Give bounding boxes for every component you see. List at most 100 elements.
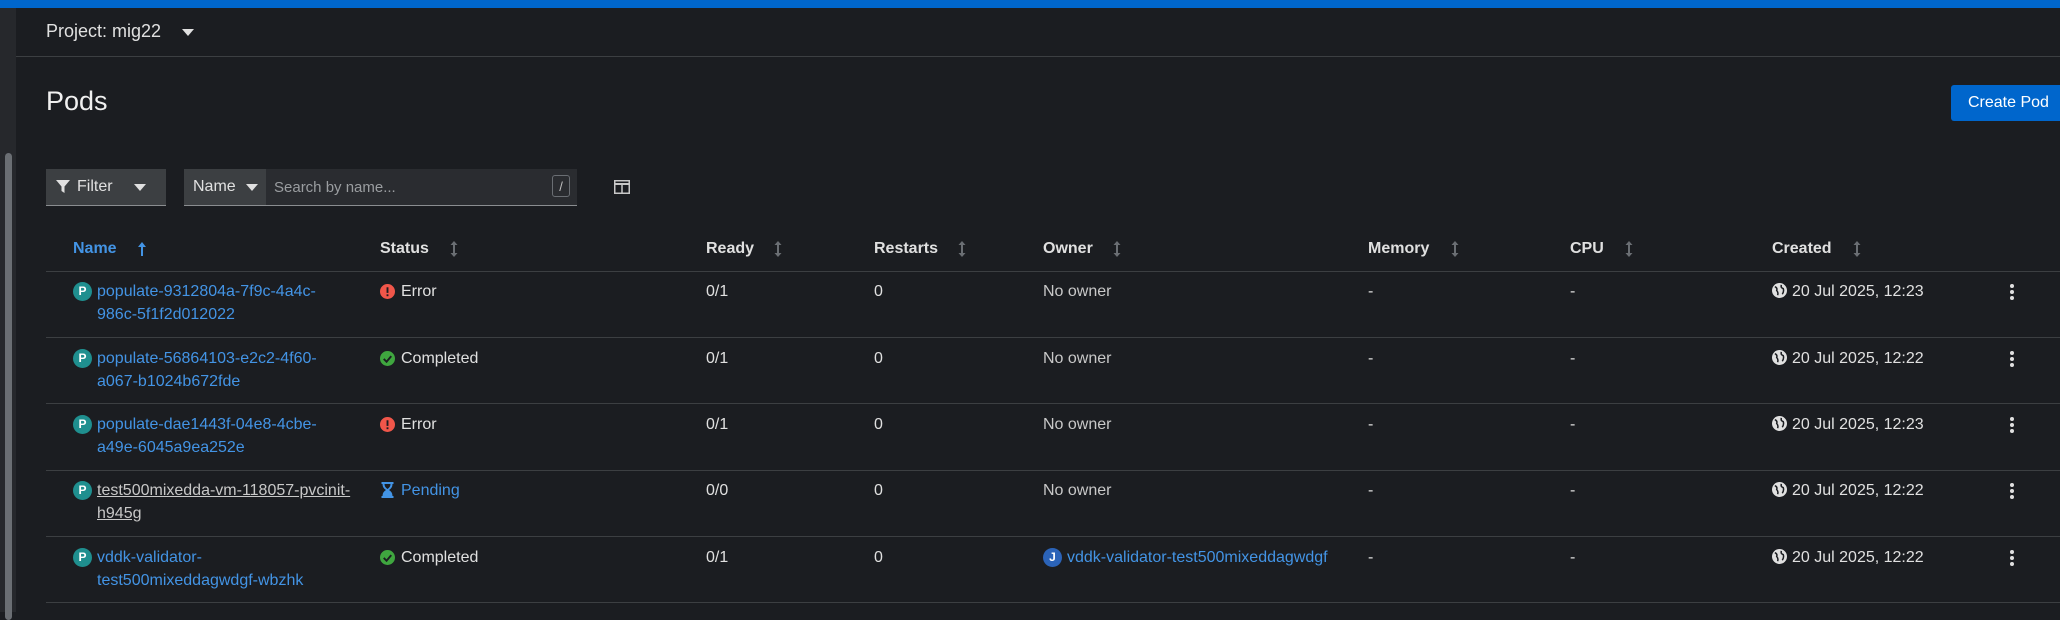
globe-icon [1772, 350, 1787, 365]
kebab-icon[interactable] [2010, 284, 2014, 302]
filter-attribute-label: Name [193, 178, 236, 195]
sort-icon[interactable] [1451, 241, 1459, 257]
cpu-value: - [1570, 549, 1576, 566]
sort-icon[interactable] [450, 241, 458, 257]
column-header-ready[interactable]: Ready [706, 240, 754, 258]
row-divider [46, 536, 2060, 537]
created-timestamp: 20 Jul 2025, 12:23 [1792, 283, 1924, 300]
exclamation-circle-icon [380, 417, 395, 432]
create-pod-button[interactable]: Create Pod [1951, 85, 2060, 121]
column-header-owner[interactable]: Owner [1043, 240, 1093, 258]
top-accent-bar [0, 0, 2060, 8]
row-divider [46, 602, 2060, 603]
memory-value: - [1368, 283, 1374, 300]
filter-dropdown[interactable]: Filter [46, 169, 166, 206]
ready-value: 0/1 [706, 416, 729, 433]
pod-badge: P [73, 415, 92, 434]
row-divider [46, 470, 2060, 471]
columns-icon[interactable] [614, 180, 630, 194]
exclamation-circle-icon [380, 284, 395, 299]
check-circle-icon [380, 351, 395, 366]
sort-icon[interactable] [774, 241, 782, 257]
owner-text: No owner [1043, 283, 1112, 300]
pod-badge: P [73, 349, 92, 368]
pod-name-line: h945g [97, 505, 142, 522]
created-timestamp: 20 Jul 2025, 12:22 [1792, 482, 1924, 499]
search-shortcut-hint: / [552, 175, 570, 197]
kebab-icon[interactable] [2010, 417, 2014, 435]
ready-value: 0/1 [706, 350, 729, 367]
pod-name-link[interactable]: populate-9312804a-7f9c-4a4c- 986c-5f1f2d… [97, 280, 316, 326]
created-timestamp: 20 Jul 2025, 12:22 [1792, 350, 1924, 367]
pod-name-line: populate-dae1443f-04e8-4cbe- [97, 416, 317, 433]
pod-name-line: test500mixeddagwdgf-wbzhk [97, 572, 304, 589]
search-input[interactable] [272, 169, 546, 206]
restarts-value: 0 [874, 283, 883, 300]
arrow-up-icon[interactable] [137, 241, 147, 257]
ready-value: 0/0 [706, 482, 729, 499]
status-text: Completed [401, 350, 479, 367]
hourglass-icon [381, 482, 394, 498]
pod-name-link[interactable]: populate-56864103-e2c2-4f60- a067-b1024b… [97, 347, 317, 393]
pod-name-link[interactable]: populate-dae1443f-04e8-4cbe- a49e-6045a9… [97, 413, 317, 459]
kebab-icon[interactable] [2010, 550, 2014, 568]
status-text: Error [401, 283, 437, 300]
restarts-value: 0 [874, 482, 883, 499]
created-timestamp: 20 Jul 2025, 12:22 [1792, 549, 1924, 566]
pod-badge: P [73, 481, 92, 500]
globe-icon [1772, 549, 1787, 564]
owner-text: No owner [1043, 416, 1112, 433]
check-circle-icon [380, 550, 395, 565]
chevron-down-icon [246, 184, 258, 191]
kebab-icon[interactable] [2010, 483, 2014, 501]
pod-name-link[interactable]: test500mixedda-vm-118057-pvcinit- h945g [97, 479, 350, 525]
column-header-restarts[interactable]: Restarts [874, 240, 938, 258]
globe-icon [1772, 416, 1787, 431]
restarts-value: 0 [874, 350, 883, 367]
row-divider [46, 403, 2060, 404]
column-header-name[interactable]: Name [73, 240, 117, 258]
cpu-value: - [1570, 416, 1576, 433]
search-box: / [266, 169, 577, 206]
pod-name-link[interactable]: vddk-validator- test500mixeddagwdgf-wbzh… [97, 546, 303, 592]
cpu-value: - [1570, 482, 1576, 499]
owner-text: No owner [1043, 350, 1112, 367]
ready-value: 0/1 [706, 549, 729, 566]
scrollbar-thumb[interactable] [5, 153, 12, 620]
globe-icon [1772, 482, 1787, 497]
column-header-memory[interactable]: Memory [1368, 240, 1429, 258]
row-divider [46, 337, 2060, 338]
filter-label: Filter [77, 178, 113, 195]
pod-name-line: populate-9312804a-7f9c-4a4c- [97, 283, 316, 300]
status-text: Error [401, 416, 437, 433]
sort-icon[interactable] [1113, 241, 1121, 257]
pod-name-line: populate-56864103-e2c2-4f60- [97, 350, 317, 367]
globe-icon [1772, 283, 1787, 298]
restarts-value: 0 [874, 549, 883, 566]
pod-name-line: 986c-5f1f2d012022 [97, 306, 235, 323]
memory-value: - [1368, 350, 1374, 367]
pod-name-line: test500mixedda-vm-118057-pvcinit- [97, 482, 351, 499]
ready-value: 0/1 [706, 283, 729, 300]
caret-down-icon[interactable] [182, 29, 194, 36]
project-bar: Project: mig22 [16, 8, 2060, 57]
status-text[interactable]: Pending [401, 479, 460, 502]
owner-link[interactable]: vddk-validator-test500mixeddagwdgf [1067, 546, 1328, 569]
sort-icon[interactable] [1625, 241, 1633, 257]
column-header-status[interactable]: Status [380, 240, 429, 258]
project-selector-label[interactable]: Project: mig22 [46, 21, 161, 42]
left-scroll-rail [0, 8, 16, 620]
column-header-cpu[interactable]: CPU [1570, 240, 1604, 258]
sort-icon[interactable] [1853, 241, 1861, 257]
column-header-created[interactable]: Created [1772, 240, 1832, 258]
filter-attribute-select[interactable]: Name [184, 169, 266, 206]
cpu-value: - [1570, 283, 1576, 300]
created-timestamp: 20 Jul 2025, 12:23 [1792, 416, 1924, 433]
restarts-value: 0 [874, 416, 883, 433]
pod-badge: P [73, 282, 92, 301]
kebab-icon[interactable] [2010, 351, 2014, 369]
pod-name-line: a067-b1024b672fde [97, 373, 241, 390]
header-divider [46, 271, 2060, 272]
sort-icon[interactable] [958, 241, 966, 257]
pod-name-line: vddk-validator- [97, 549, 202, 566]
